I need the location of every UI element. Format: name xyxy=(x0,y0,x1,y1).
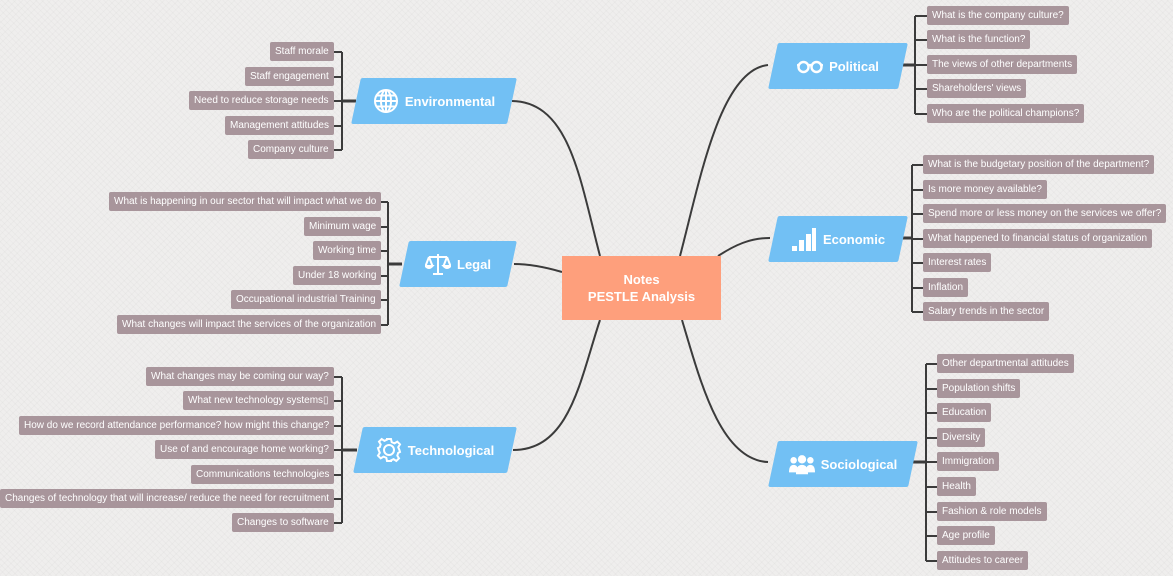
globe-icon xyxy=(373,88,399,114)
connector-political xyxy=(679,64,769,257)
subtopic-legal[interactable]: What is happening in our sector that wil… xyxy=(109,192,382,211)
connector-sociological xyxy=(681,319,769,463)
subtopic-political[interactable]: The views of other departments xyxy=(927,55,1078,74)
subtopic-sociological[interactable]: Health xyxy=(937,477,976,496)
subtopic-sociological[interactable]: Fashion & role models xyxy=(937,502,1047,521)
connector-legal xyxy=(513,263,563,273)
topic-label: Political xyxy=(829,58,879,74)
subtopic-technological[interactable]: Use of and encourage home working? xyxy=(155,440,334,459)
topic-legal[interactable]: Legal xyxy=(404,241,512,287)
topic-economic[interactable]: Economic xyxy=(773,216,903,262)
subtopic-economic[interactable]: What is the budgetary position of the de… xyxy=(923,155,1155,174)
topic-label: Environmental xyxy=(404,93,496,109)
topic-political[interactable]: Political xyxy=(773,43,903,89)
subtopic-environmental[interactable]: Need to reduce storage needs xyxy=(189,91,334,110)
connector-technological xyxy=(512,319,601,451)
subtopic-economic[interactable]: Interest rates xyxy=(923,253,992,272)
subtopic-legal[interactable]: Working time xyxy=(313,241,382,260)
topic-environmental[interactable]: Environmental xyxy=(356,78,512,124)
subtopic-environmental[interactable]: Management attitudes xyxy=(225,116,334,135)
subtopic-legal[interactable]: Occupational industrial Training xyxy=(231,290,381,309)
glasses-icon xyxy=(797,53,824,79)
connector-economic xyxy=(717,237,771,257)
subtopic-political[interactable]: Who are the political champions? xyxy=(927,104,1085,123)
topic-label: Economic xyxy=(822,231,886,247)
subtopic-legal[interactable]: Under 18 working xyxy=(293,266,382,285)
subtopic-economic[interactable]: Salary trends in the sector xyxy=(923,302,1050,321)
gear-icon xyxy=(376,437,402,463)
subtopic-sociological[interactable]: Population shifts xyxy=(937,379,1021,398)
bar-chart-icon xyxy=(791,226,817,252)
topic-label: Legal xyxy=(457,256,491,272)
subtopic-sociological[interactable]: Attitudes to career xyxy=(937,551,1029,570)
subtopic-sociological[interactable]: Immigration xyxy=(937,452,1000,471)
subtopic-sociological[interactable]: Other departmental attitudes xyxy=(937,354,1074,373)
subtopic-political[interactable]: Shareholders' views xyxy=(927,79,1027,98)
subtopic-technological[interactable]: Changes to software xyxy=(232,513,334,532)
subtopic-sociological[interactable]: Education xyxy=(937,403,992,422)
subtopic-economic[interactable]: What happened to financial status of org… xyxy=(923,229,1153,248)
topic-label: Technological xyxy=(407,442,495,458)
topic-sociological[interactable]: Sociological xyxy=(773,441,913,487)
subtopic-legal[interactable]: Minimum wage xyxy=(304,217,382,236)
subtopic-sociological[interactable]: Diversity xyxy=(937,428,986,447)
topic-technological[interactable]: Technological xyxy=(358,427,512,473)
subtopic-technological[interactable]: What new technology systems▯ xyxy=(183,391,334,410)
subtopic-environmental[interactable]: Staff engagement xyxy=(245,67,334,86)
subtopic-legal[interactable]: What changes will impact the services of… xyxy=(117,315,382,334)
central-topic[interactable]: Notes PESTLE Analysis xyxy=(562,256,721,320)
people-icon xyxy=(788,451,815,477)
scales-icon xyxy=(425,251,452,277)
subtopic-technological[interactable]: Changes of technology that will increase… xyxy=(0,489,335,508)
subtopic-economic[interactable]: Inflation xyxy=(923,278,969,297)
connector-environmental xyxy=(511,100,601,257)
central-title: Notes xyxy=(623,272,660,287)
subtopic-economic[interactable]: Spend more or less money on the services… xyxy=(923,204,1167,223)
subtopic-technological[interactable]: How do we record attendance performance?… xyxy=(19,416,335,435)
subtopic-technological[interactable]: What changes may be coming our way? xyxy=(146,367,334,386)
subtopic-political[interactable]: What is the function? xyxy=(927,30,1031,49)
subtopic-sociological[interactable]: Age profile xyxy=(937,526,995,545)
central-subtitle: PESTLE Analysis xyxy=(587,289,696,304)
subtopic-environmental[interactable]: Company culture xyxy=(248,140,334,159)
topic-label: Sociological xyxy=(820,456,898,472)
subtopic-political[interactable]: What is the company culture? xyxy=(927,6,1069,25)
subtopic-economic[interactable]: Is more money available? xyxy=(923,180,1047,199)
subtopic-technological[interactable]: Communications technologies xyxy=(191,465,335,484)
subtopic-environmental[interactable]: Staff morale xyxy=(270,42,334,61)
